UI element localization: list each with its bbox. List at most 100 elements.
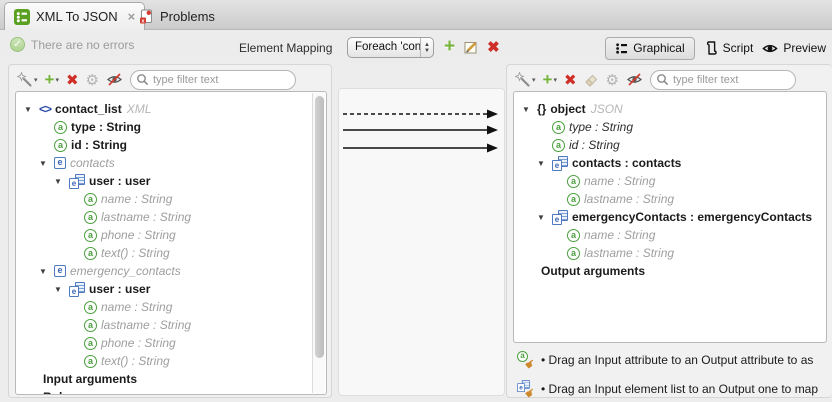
tree-node-label: name : String — [101, 300, 172, 314]
tree-node[interactable]: ▼{}objectJSON — [514, 100, 826, 118]
element-mapping-select[interactable]: Foreach 'contact_ ▲▼ — [347, 37, 434, 58]
tree-node-label: Output arguments — [541, 264, 645, 278]
chevron-down-icon: ▾ — [532, 76, 536, 84]
mapping-connection[interactable] — [343, 126, 498, 135]
caret-down-icon[interactable]: ▼ — [537, 213, 552, 222]
tree-node[interactable]: alastname : String — [514, 244, 826, 262]
tree-node[interactable]: ▼euser : user — [16, 280, 326, 298]
remove-node-button[interactable]: ✖ — [66, 71, 79, 89]
scrollbar-thumb[interactable] — [315, 96, 324, 358]
plus-icon: + — [444, 39, 455, 55]
element-list-icon: e — [552, 210, 568, 225]
tab-label: Problems — [160, 9, 215, 24]
preview-label: Preview — [783, 41, 826, 55]
caret-down-icon[interactable]: ▼ — [522, 105, 537, 114]
tree-node[interactable]: atext() : String — [16, 244, 326, 262]
tree-node[interactable]: ▼eemergencyContacts : emergencyContacts — [514, 208, 826, 226]
editor-toolbar: ✓ There are no errors Element Mapping Fo… — [0, 30, 832, 63]
tree-node[interactable]: aid : String — [514, 136, 826, 154]
tree-node[interactable]: alastname : String — [514, 190, 826, 208]
output-panel: ▾ + ▾ ✖ ⚙ ▼{} — [506, 64, 832, 398]
properties-gear-button[interactable]: ⚙ — [606, 71, 619, 89]
caret-down-icon[interactable]: ▼ — [24, 105, 39, 114]
attribute-icon: a — [84, 211, 97, 224]
tree-node-label: lastname : String — [101, 210, 191, 224]
properties-gear-button[interactable]: ⚙ — [86, 71, 99, 89]
tree-node-label: phone : String — [101, 336, 176, 350]
add-node-button[interactable]: + ▾ — [45, 72, 59, 88]
attribute-icon: a — [84, 301, 97, 314]
add-node-button[interactable]: + ▾ — [543, 72, 557, 88]
tree-node[interactable]: a lastname : String — [16, 316, 326, 334]
output-filter-field[interactable] — [650, 70, 796, 90]
element-mapping-label: Element Mapping — [239, 41, 332, 55]
xml-tag-icon: <> — [39, 102, 51, 116]
preview-view-button[interactable]: Preview — [762, 41, 826, 55]
caret-down-icon[interactable]: ▼ — [54, 285, 69, 294]
delete-mapping-button[interactable]: ✖ — [487, 38, 500, 56]
mapping-arrows — [339, 89, 504, 395]
tree-node-label: contacts — [70, 156, 115, 170]
tree-node[interactable]: ▼euser : user — [16, 172, 326, 190]
caret-down-icon[interactable]: ▼ — [537, 159, 552, 168]
attribute-icon: a — [84, 355, 97, 368]
tree-node[interactable]: Rules — [16, 388, 326, 395]
tree-node-label: name : String — [101, 192, 172, 206]
caret-down-icon[interactable]: ▼ — [39, 267, 54, 276]
attribute-icon: a — [84, 319, 97, 332]
tree-node-label: Input arguments — [43, 372, 137, 386]
tab-bar: XML To JSON × x Problems — [0, 0, 832, 30]
tree-node[interactable]: ▼econtacts : contacts — [514, 154, 826, 172]
plus-icon: + — [543, 72, 553, 88]
auto-map-wand-button[interactable]: ▾ — [515, 72, 536, 88]
clear-eraser-button[interactable] — [584, 72, 599, 87]
tree-node-label: lastname : String — [584, 246, 674, 260]
tab-xml-to-json[interactable]: XML To JSON × — [4, 2, 145, 30]
tree-node[interactable]: a name : String — [16, 298, 326, 316]
caret-down-icon[interactable]: ▼ — [39, 159, 54, 168]
tab-problems[interactable]: x Problems — [130, 2, 224, 30]
tree-node[interactable]: atext() : String — [16, 352, 326, 370]
tree-node[interactable]: aphone : String — [16, 334, 326, 352]
mapping-connection[interactable] — [343, 110, 498, 119]
tree-node[interactable]: ▼eemergency_contacts — [16, 262, 326, 280]
tree-node[interactable]: a name : String — [16, 190, 326, 208]
edit-mapping-button[interactable] — [463, 39, 479, 55]
tree-node-label: lastname : String — [101, 318, 191, 332]
attribute-icon: a — [84, 247, 97, 260]
attribute-icon: a — [84, 229, 97, 242]
graphical-label: Graphical — [633, 41, 684, 55]
remove-node-button[interactable]: ✖ — [564, 71, 577, 89]
tree-node[interactable]: aid : String — [16, 136, 326, 154]
hide-unmapped-button[interactable] — [106, 72, 123, 87]
tree-node[interactable]: Output arguments — [514, 262, 826, 280]
element-list-icon: e — [69, 174, 85, 189]
tree-node[interactable]: Input arguments — [16, 370, 326, 388]
attribute-icon: a — [567, 175, 580, 188]
attribute-icon: a — [84, 193, 97, 206]
search-icon — [136, 73, 149, 86]
attribute-icon: a — [552, 121, 565, 134]
tree-node[interactable]: ▼<>contact_listXML — [16, 100, 326, 118]
graphical-view-button[interactable]: Graphical — [605, 37, 694, 60]
status-message: ✓ There are no errors — [10, 37, 134, 52]
tree-node[interactable]: aphone : String — [16, 226, 326, 244]
tab-label: XML To JSON — [36, 9, 118, 24]
tree-node-label: user : user — [89, 282, 150, 296]
tree-node[interactable]: aname : String — [514, 226, 826, 244]
tree-node[interactable]: a lastname : String — [16, 208, 326, 226]
script-view-button[interactable]: Script — [704, 40, 754, 56]
tree-node[interactable]: ▼econtacts — [16, 154, 326, 172]
tree-node[interactable]: atype : String — [514, 118, 826, 136]
tree-node[interactable]: aname : String — [514, 172, 826, 190]
graphical-icon — [615, 42, 628, 55]
tree-node[interactable]: atype : String — [16, 118, 326, 136]
caret-down-icon[interactable]: ▼ — [54, 177, 69, 186]
add-mapping-button[interactable]: + — [444, 39, 455, 55]
auto-map-wand-button[interactable]: ▾ — [17, 72, 38, 88]
input-filter-field[interactable] — [130, 70, 296, 90]
magic-wand-icon — [515, 72, 531, 88]
mapping-connection[interactable] — [343, 144, 498, 153]
hide-unmapped-button[interactable] — [626, 72, 643, 87]
scrollbar-track — [312, 93, 325, 393]
